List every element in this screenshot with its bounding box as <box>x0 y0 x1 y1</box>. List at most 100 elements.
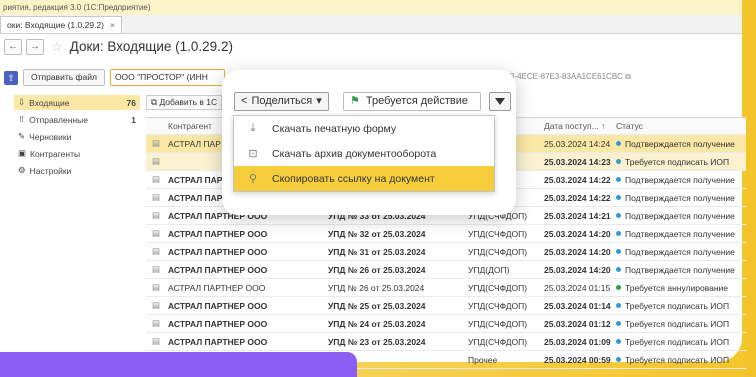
document-icon: ▤ <box>151 192 161 202</box>
contractor-cell: АСТРАЛ ПАРТНЕР ООО <box>168 318 268 329</box>
tab-strip: оки: Входящие (1.0.29.2) × <box>0 15 742 34</box>
sidebar-item-drafts[interactable]: ✎ Черновики <box>14 129 140 144</box>
copy-icon[interactable]: ⧉ <box>625 72 631 81</box>
page-title: Доки: Входящие (1.0.29.2) <box>69 39 233 54</box>
date-cell: 25.03.2024 14:23 <box>544 156 611 167</box>
status-cell: Требуется подписать ИОП <box>614 319 746 329</box>
status-text: Требуется подписать ИОП <box>625 318 730 329</box>
type-cell: Прочее <box>468 354 498 365</box>
table-row[interactable]: ▤ АСТРАЛ ПАРТНЕР ООО УПД № 31 от 25.03.202… <box>146 243 746 261</box>
status-text: Подтверждается получение <box>625 174 735 185</box>
share-button[interactable]: < Поделиться ▾ <box>234 92 329 111</box>
type-cell: УПД(СЧФДОП) <box>468 300 528 311</box>
sidebar: ⇩ Входящие 76 ⇧ Отправленные 1 ✎ Чернови… <box>14 95 140 180</box>
status-dot <box>616 285 621 290</box>
document-icon: ▤ <box>151 282 161 292</box>
sidebar-item-label: Отправленные <box>29 114 88 125</box>
add-to-1c-button[interactable]: ⧉ Добавить в 1С <box>146 95 223 110</box>
date-cell: 25.03.2024 01:12 <box>544 318 611 329</box>
status-dot <box>616 303 621 308</box>
send-file-button[interactable]: Отправить файл <box>23 69 105 86</box>
outbox-icon: ⇧ <box>18 114 26 124</box>
share-popup: < Поделиться ▾ ⚑ Требуется действие ⤓ Ск… <box>222 70 516 215</box>
date-cell: 25.03.2024 14:20 <box>544 228 611 239</box>
date-cell: 25.03.2024 14:20 <box>544 246 611 257</box>
status-cell: Требуется подписать ИОП <box>614 301 746 311</box>
tab-incoming[interactable]: оки: Входящие (1.0.29.2) × <box>0 16 122 33</box>
date-cell: 25.03.2024 14:21 <box>544 210 611 221</box>
document-icon: ▤ <box>151 264 161 274</box>
document-cell: УПД № 26 от 25.03.2024 <box>328 282 425 293</box>
status-text: Подтверждается получение <box>625 138 735 149</box>
document-icon: ▤ <box>151 228 161 238</box>
sidebar-item-contractors[interactable]: ▣ Контрагенты <box>14 146 140 161</box>
organization-field[interactable]: ООО "ПРОСТОР" (ИНН <box>109 69 225 86</box>
sidebar-item-label: Входящие <box>29 97 70 108</box>
type-cell: УПД(СЧФДОП) <box>468 228 528 239</box>
document-cell: УПД № 24 от 25.03.2024 <box>328 318 426 329</box>
action-label: Требуется действие <box>365 95 469 107</box>
contacts-icon: ▣ <box>18 148 27 158</box>
date-cell: 25.03.2024 01:15 <box>544 282 611 293</box>
contractor-cell: АСТРАЛ ПАРТНЕР ООО <box>168 282 266 293</box>
table-row[interactable]: ▤ АСТРАЛ ПАРТНЕР ООО УПД № 26 от 25.03.202… <box>146 279 746 297</box>
date-cell: 25.03.2024 01:14 <box>544 300 611 311</box>
close-icon[interactable]: × <box>110 17 115 33</box>
menu-item-download-print[interactable]: ⤓ Скачать печатную форму <box>234 116 494 141</box>
table-row[interactable]: ▤ АСТРАЛ ПАРТНЕР ООО УПД № 24 от 25.03.202… <box>146 315 746 333</box>
sidebar-item-label: Настройки <box>29 165 72 176</box>
action-required-filter[interactable]: ⚑ Требуется действие <box>343 92 481 111</box>
status-dot <box>616 231 621 236</box>
sidebar-item-settings[interactable]: ⚙ Настройки <box>14 163 140 178</box>
status-text: Подтверждается получение <box>625 192 735 203</box>
status-text: Подтверждается получение <box>625 210 735 221</box>
status-text: Подтверждается получение <box>625 264 735 275</box>
document-cell: УПД № 31 от 25.03.2024 <box>328 246 426 257</box>
table-row[interactable]: ▤ АСТРАЛ ПАРТНЕР ООО УПД № 32 от 25.03.202… <box>146 225 746 243</box>
send-icon[interactable]: ⇧ <box>4 70 18 85</box>
star-icon[interactable]: ☆ <box>51 39 63 55</box>
status-cell: Подтверждается получение <box>614 229 746 239</box>
status-cell: Подтверждается получение <box>614 139 746 149</box>
share-label: Поделиться <box>251 95 313 107</box>
type-cell: УПД(СЧФДОП) <box>468 318 528 329</box>
purple-banner <box>0 352 357 377</box>
document-cell: УПД № 26 от 25.03.2024 <box>328 264 426 275</box>
forward-button[interactable]: → <box>26 38 44 55</box>
status-text: Требуется подписать ИОП <box>625 300 730 311</box>
sidebar-item-sent[interactable]: ⇧ Отправленные 1 <box>14 112 140 127</box>
document-cell: УПД № 32 от 25.03.2024 <box>328 228 426 239</box>
document-cell: УПД № 23 от 25.03.2024 <box>328 336 426 347</box>
link-icon: ⚲ <box>248 173 258 185</box>
status-text: Требуется подписать ИОП <box>625 336 730 347</box>
date-cell: 25.03.2024 14:22 <box>544 192 611 203</box>
header-date[interactable]: Дата поступ... ↑ <box>541 121 614 131</box>
back-button[interactable]: ← <box>4 38 22 55</box>
header-status[interactable]: Статус <box>614 121 746 131</box>
status-text: Требуется аннулирование <box>625 282 729 293</box>
status-cell: Подтверждается получение <box>614 193 746 203</box>
tab-label: оки: Входящие (1.0.29.2) <box>7 20 104 30</box>
menu-item-download-archive[interactable]: ⊡ Скачать архив документооборота <box>234 141 494 166</box>
type-cell: УПД(СЧФДОП) <box>468 282 528 293</box>
status-text: Подтверждается получение <box>625 246 735 257</box>
filter-icon[interactable] <box>489 92 511 111</box>
date-cell: 25.03.2024 01:09 <box>544 336 611 347</box>
document-icon: ▤ <box>151 138 161 148</box>
contractor-cell: АСТРАЛ ПАРТНЕР ООО <box>168 336 268 347</box>
pencil-icon: ✎ <box>18 131 26 141</box>
document-icon: ▤ <box>151 318 161 328</box>
document-icon: ▤ <box>151 246 161 256</box>
sidebar-item-incoming[interactable]: ⇩ Входящие 76 <box>14 95 140 110</box>
document-icon: ▤ <box>151 300 161 310</box>
download-icon: ⤓ <box>250 122 256 134</box>
window-title: риятия, редакция 3.0 (1С:Предприятие) <box>0 0 742 15</box>
menu-item-copy-link[interactable]: ⚲ Скопировать ссылку на документ <box>234 166 494 191</box>
contractor-cell: АСТРАЛ ПАРТНЕР ООО <box>168 300 268 311</box>
table-row[interactable]: ▤ АСТРАЛ ПАРТНЕР ООО УПД № 25 от 25.03.202… <box>146 297 746 315</box>
share-icon: < <box>241 95 248 107</box>
guid-text: 3-4ECE-87E3-83AA1CE61CBC <box>510 72 623 81</box>
table-row[interactable]: ▤ АСТРАЛ ПАРТНЕР ООО УПД № 26 от 25.03.202… <box>146 261 746 279</box>
table-row[interactable]: ▤ АСТРАЛ ПАРТНЕР ООО УПД № 23 от 25.03.202… <box>146 333 746 351</box>
status-cell: Требуется подписать ИОП <box>614 157 746 167</box>
